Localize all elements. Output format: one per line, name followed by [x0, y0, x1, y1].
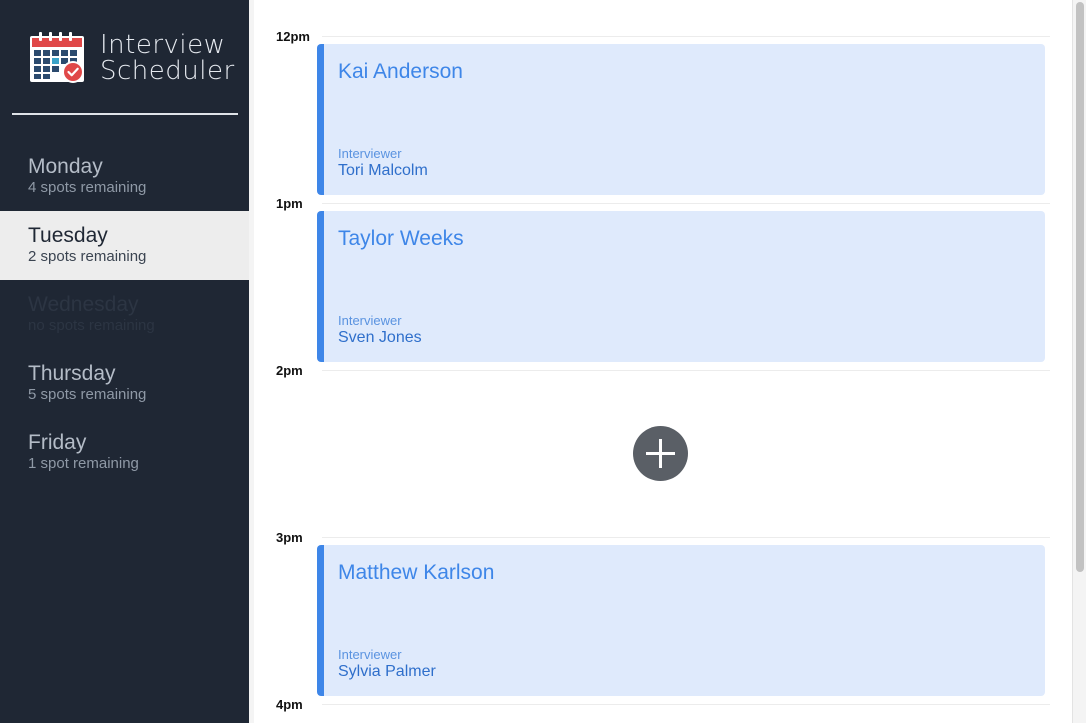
- day-spots: 5 spots remaining: [28, 386, 147, 403]
- day-name: Tuesday: [28, 224, 108, 247]
- day-item-wednesday[interactable]: Wednesday no spots remaining: [0, 280, 249, 349]
- time-label: 4pm: [276, 697, 303, 712]
- day-item-thursday[interactable]: Thursday 5 spots remaining: [0, 349, 249, 418]
- time-divider: [322, 704, 1050, 705]
- schedule-area: 12pm Kai Anderson Interviewer Tori Malco…: [249, 0, 1086, 723]
- calendar-check-icon: [30, 32, 84, 83]
- appointment-card[interactable]: Kai Anderson Interviewer Tori Malcolm: [317, 44, 1045, 195]
- app-title-line2: Scheduler: [100, 56, 235, 86]
- interviewer-label: Interviewer: [338, 146, 402, 161]
- schedule-panel: 12pm Kai Anderson Interviewer Tori Malco…: [254, 0, 1073, 723]
- day-name: Friday: [28, 431, 87, 454]
- app-title-line1: Interview: [100, 30, 226, 60]
- interviewer-name: Tori Malcolm: [338, 162, 428, 179]
- interviewer-name: Sven Jones: [338, 329, 422, 346]
- sidebar-divider: [12, 113, 238, 115]
- student-name: Kai Anderson: [338, 60, 463, 83]
- day-name: Wednesday: [28, 293, 139, 316]
- interviewer-name: Sylvia Palmer: [338, 663, 436, 680]
- student-name: Matthew Karlson: [338, 561, 495, 584]
- add-appointment-button[interactable]: [633, 426, 688, 481]
- time-label: 12pm: [276, 29, 310, 44]
- day-item-monday[interactable]: Monday 4 spots remaining: [0, 142, 249, 211]
- interviewer-label: Interviewer: [338, 313, 402, 328]
- time-divider: [322, 36, 1050, 37]
- day-list: Monday 4 spots remaining Tuesday 2 spots…: [0, 142, 249, 487]
- brand: Interview Scheduler: [29, 30, 235, 86]
- time-divider: [322, 370, 1050, 371]
- time-label: 3pm: [276, 530, 303, 545]
- time-label: 1pm: [276, 196, 303, 211]
- scrollbar[interactable]: [1073, 0, 1086, 723]
- scrollbar-thumb[interactable]: [1076, 2, 1084, 572]
- day-name: Thursday: [28, 362, 116, 385]
- appointment-card[interactable]: Taylor Weeks Interviewer Sven Jones: [317, 211, 1045, 362]
- day-spots: no spots remaining: [28, 317, 155, 334]
- student-name: Taylor Weeks: [338, 227, 464, 250]
- day-spots: 1 spot remaining: [28, 455, 139, 472]
- day-item-tuesday[interactable]: Tuesday 2 spots remaining: [0, 211, 249, 280]
- sidebar: Interview Scheduler Monday 4 spots remai…: [0, 0, 249, 723]
- appointment-card[interactable]: Matthew Karlson Interviewer Sylvia Palme…: [317, 545, 1045, 696]
- day-spots: 2 spots remaining: [28, 248, 147, 265]
- day-item-friday[interactable]: Friday 1 spot remaining: [0, 418, 249, 487]
- app-title: Interview Scheduler: [100, 32, 235, 84]
- day-name: Monday: [28, 155, 103, 178]
- time-divider: [322, 203, 1050, 204]
- day-spots: 4 spots remaining: [28, 179, 147, 196]
- time-divider: [322, 537, 1050, 538]
- interviewer-label: Interviewer: [338, 647, 402, 662]
- time-label: 2pm: [276, 363, 303, 378]
- app-window: Interview Scheduler Monday 4 spots remai…: [0, 0, 1086, 723]
